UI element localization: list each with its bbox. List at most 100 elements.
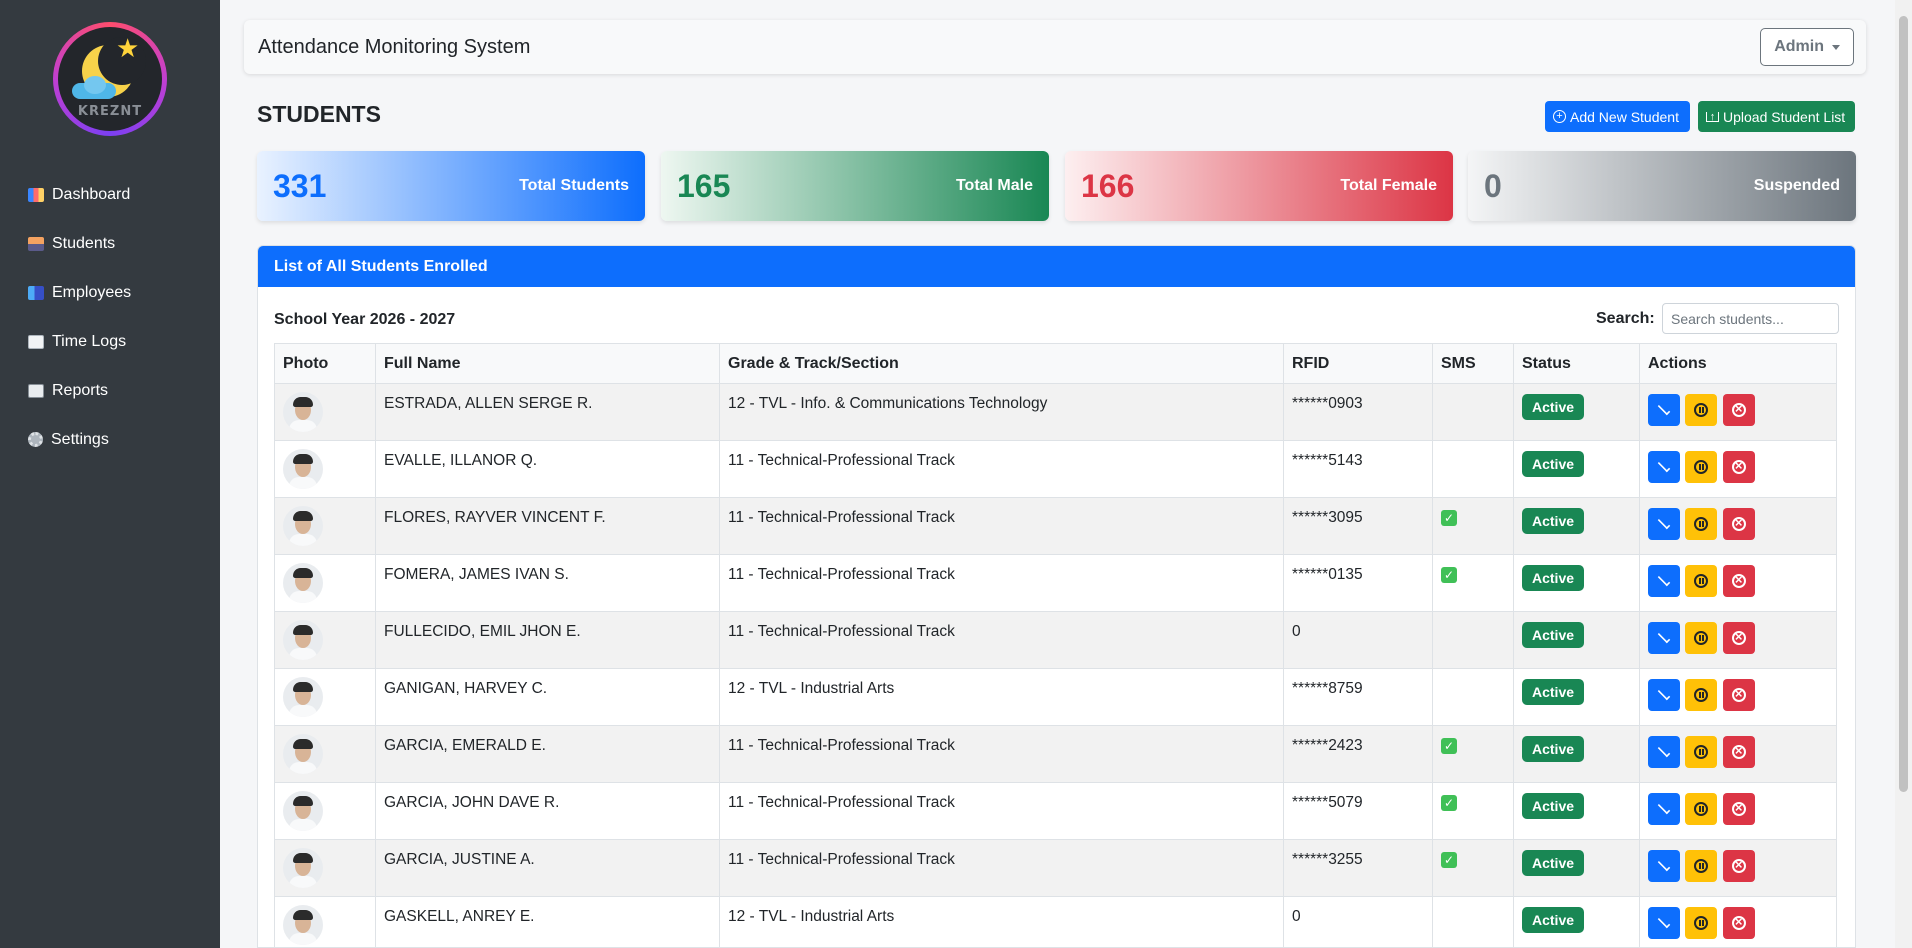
add-new-student-button[interactable]: + Add New Student xyxy=(1545,101,1690,132)
sidebar-item-students[interactable]: Students xyxy=(0,219,220,268)
pause-icon xyxy=(1694,403,1709,417)
suspend-button[interactable] xyxy=(1685,736,1718,768)
column-header-full-name[interactable]: Full Name xyxy=(375,343,720,384)
sidebar: ★ KREZNT Dashboard Students Employees Ti… xyxy=(0,0,220,948)
edit-button[interactable] xyxy=(1648,394,1680,426)
status-badge: Active xyxy=(1522,907,1585,933)
actions-cell xyxy=(1639,497,1837,555)
delete-button[interactable] xyxy=(1722,451,1755,483)
edit-button[interactable] xyxy=(1648,679,1680,711)
close-circle-icon xyxy=(1731,857,1746,873)
actions-cell xyxy=(1639,725,1837,783)
edit-button[interactable] xyxy=(1648,907,1680,939)
app-logo[interactable]: ★ KREZNT xyxy=(53,22,167,136)
delete-button[interactable] xyxy=(1722,793,1755,825)
suspend-button[interactable] xyxy=(1685,622,1718,654)
sms-cell: ✓ xyxy=(1432,554,1514,612)
column-header-status[interactable]: Status xyxy=(1513,343,1640,384)
table-row: GARCIA, JOHN DAVE R. 11 - Technical-Profe… xyxy=(274,782,1837,840)
edit-button[interactable] xyxy=(1648,793,1680,825)
grade-cell: 11 - Technical-Professional Track xyxy=(719,611,1284,669)
sidebar-nav: Dashboard Students Employees Time Logs R… xyxy=(0,170,220,464)
grade-cell: 12 - TVL - Info. & Communications Techno… xyxy=(719,383,1284,441)
delete-button[interactable] xyxy=(1722,850,1755,882)
sms-cell: ✓ xyxy=(1432,839,1514,897)
suspend-button[interactable] xyxy=(1685,508,1718,540)
suspend-button[interactable] xyxy=(1685,679,1718,711)
delete-button[interactable] xyxy=(1722,736,1755,768)
delete-button[interactable] xyxy=(1722,394,1755,426)
student-photo xyxy=(283,734,323,774)
sms-cell xyxy=(1432,668,1514,726)
rfid-cell: ******5079 xyxy=(1283,782,1433,840)
suspend-button[interactable] xyxy=(1685,451,1718,483)
students-table-panel: List of All Students Enrolled School Yea… xyxy=(257,245,1856,948)
admin-dropdown-button[interactable]: Admin xyxy=(1760,28,1854,66)
pencil-icon xyxy=(1657,630,1671,644)
rfid-cell: ******0903 xyxy=(1283,383,1433,441)
sidebar-item-employees[interactable]: Employees xyxy=(0,268,220,317)
column-header-rfid[interactable]: RFID xyxy=(1283,343,1433,384)
pause-icon xyxy=(1694,802,1709,816)
stat-value: 165 xyxy=(677,167,731,204)
full-name-cell: FULLECIDO, EMIL JHON E. xyxy=(375,611,720,669)
full-name-cell: GARCIA, JOHN DAVE R. xyxy=(375,782,720,840)
gear-icon xyxy=(28,432,43,447)
scrollbar-thumb[interactable] xyxy=(1899,16,1908,792)
stat-label: Total Students xyxy=(519,177,629,194)
status-cell: Active xyxy=(1513,896,1640,947)
students-icon xyxy=(28,236,44,251)
table-row: FLORES, RAYVER VINCENT F. 11 - Technical-… xyxy=(274,497,1837,555)
sms-cell xyxy=(1432,896,1514,947)
sidebar-item-reports[interactable]: Reports xyxy=(0,366,220,415)
full-name-cell: GANIGAN, HARVEY C. xyxy=(375,668,720,726)
edit-button[interactable] xyxy=(1648,736,1680,768)
pencil-icon xyxy=(1657,858,1671,872)
edit-button[interactable] xyxy=(1648,451,1680,483)
suspend-button[interactable] xyxy=(1685,850,1718,882)
checkmark-icon: ✓ xyxy=(1441,567,1457,583)
delete-button[interactable] xyxy=(1722,679,1755,711)
logo-text: KREZNT xyxy=(77,104,143,119)
actions-cell xyxy=(1639,611,1837,669)
sidebar-item-dashboard[interactable]: Dashboard xyxy=(0,170,220,219)
column-header-sms[interactable]: SMS xyxy=(1432,343,1514,384)
sidebar-item-time-logs[interactable]: Time Logs xyxy=(0,317,220,366)
rfid-cell: ******0135 xyxy=(1283,554,1433,612)
edit-button[interactable] xyxy=(1648,622,1680,654)
suspend-button[interactable] xyxy=(1685,793,1718,825)
pencil-icon xyxy=(1657,573,1671,587)
sms-cell: ✓ xyxy=(1432,497,1514,555)
close-circle-icon xyxy=(1731,914,1746,930)
suspend-button[interactable] xyxy=(1685,394,1718,426)
grade-cell: 12 - TVL - Industrial Arts xyxy=(719,668,1284,726)
edit-button[interactable] xyxy=(1648,565,1680,597)
photo-cell xyxy=(274,725,376,783)
search-input[interactable] xyxy=(1662,303,1839,334)
status-cell: Active xyxy=(1513,440,1640,498)
grade-cell: 11 - Technical-Professional Track xyxy=(719,782,1284,840)
table-row: FULLECIDO, EMIL JHON E. 11 - Technical-Pr… xyxy=(274,611,1837,669)
delete-button[interactable] xyxy=(1722,508,1755,540)
close-circle-icon xyxy=(1731,800,1746,816)
suspend-button[interactable] xyxy=(1685,907,1718,939)
photo-cell xyxy=(274,440,376,498)
pause-icon xyxy=(1694,688,1709,702)
edit-button[interactable] xyxy=(1648,508,1680,540)
full-name-cell: EVALLE, ILLANOR Q. xyxy=(375,440,720,498)
stat-value: 331 xyxy=(273,167,327,204)
status-badge: Active xyxy=(1522,736,1585,762)
upload-icon: ↑ xyxy=(1706,111,1719,122)
edit-button[interactable] xyxy=(1648,850,1680,882)
delete-button[interactable] xyxy=(1722,565,1755,597)
page-scrollbar[interactable] xyxy=(1895,0,1912,948)
delete-button[interactable] xyxy=(1722,622,1755,654)
column-header-grade[interactable]: Grade & Track/Section xyxy=(719,343,1284,384)
sidebar-item-settings[interactable]: Settings xyxy=(0,415,220,464)
column-header-photo[interactable]: Photo xyxy=(274,343,376,384)
delete-button[interactable] xyxy=(1722,907,1755,939)
grade-cell: 11 - Technical-Professional Track xyxy=(719,440,1284,498)
suspend-button[interactable] xyxy=(1685,565,1718,597)
pause-icon xyxy=(1694,574,1709,588)
upload-student-list-button[interactable]: ↑ Upload Student List xyxy=(1698,101,1855,132)
